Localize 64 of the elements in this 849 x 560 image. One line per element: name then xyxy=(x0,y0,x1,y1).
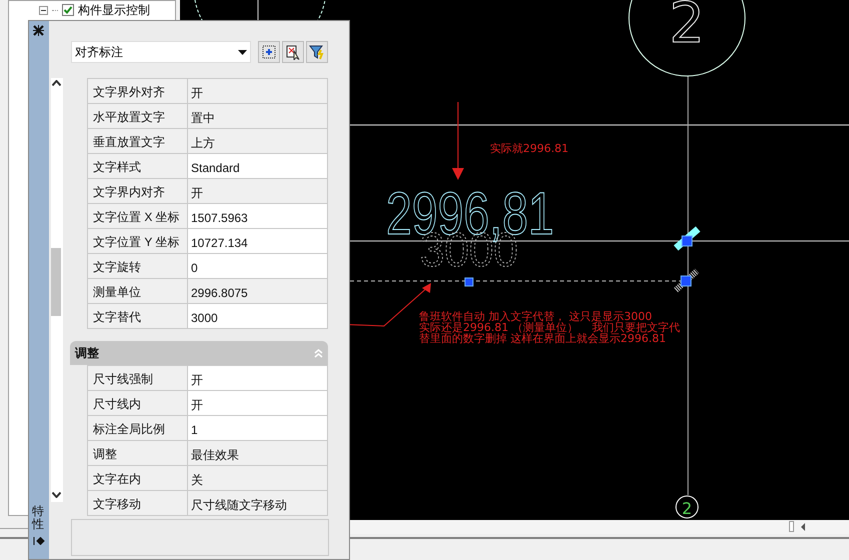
property-label: 文字界内对齐 xyxy=(88,179,188,203)
property-value[interactable]: 最佳效果 xyxy=(188,441,328,465)
property-label: 尺寸线强制 xyxy=(88,366,188,390)
pick-button[interactable] xyxy=(282,41,304,63)
funnel-icon xyxy=(309,44,325,60)
property-value[interactable]: 尺寸线随文字移动 xyxy=(188,491,328,515)
select-objects-icon xyxy=(262,45,276,59)
property-label: 文字替代 xyxy=(88,304,188,328)
property-label: 文字旋转 xyxy=(88,254,188,278)
property-label: 文字移动 xyxy=(88,491,188,515)
property-label: 测量单位 xyxy=(88,279,188,303)
axis-bubble xyxy=(676,496,698,518)
grip-handle[interactable] xyxy=(674,268,700,292)
grip-point[interactable] xyxy=(680,276,692,286)
property-label: 文字在内 xyxy=(88,466,188,490)
section-header[interactable]: 调整 xyxy=(70,341,328,365)
property-value[interactable]: 开 xyxy=(188,366,328,390)
axis-label: 2 xyxy=(682,499,692,518)
axis-label: 2 xyxy=(669,0,705,56)
property-value[interactable]: 1507.5963 xyxy=(188,204,328,228)
collapse-icon xyxy=(314,348,323,358)
vertical-scrollbar[interactable] xyxy=(51,78,63,502)
scroll-up-icon[interactable] xyxy=(52,80,61,86)
object-type-dropdown[interactable]: 对齐标注 xyxy=(71,41,251,63)
property-value[interactable]: 置中 xyxy=(188,104,328,128)
scroll-left-icon[interactable] xyxy=(800,523,806,531)
property-value[interactable]: 关 xyxy=(188,466,328,490)
scroll-down-icon[interactable] xyxy=(52,492,61,498)
property-label: 水平放置文字 xyxy=(88,104,188,128)
collapse-toggle[interactable] xyxy=(39,6,48,14)
checkbox[interactable] xyxy=(62,4,74,16)
tree-item-label[interactable]: 构件显示控制 xyxy=(78,1,150,19)
resize-icon[interactable] xyxy=(33,537,45,545)
scroll-thumb[interactable] xyxy=(51,248,61,316)
property-label: 文字样式 xyxy=(88,154,188,178)
property-label: 垂直放置文字 xyxy=(88,129,188,153)
annotation-text: 实际就2996.81 xyxy=(490,142,568,155)
grip-point[interactable] xyxy=(464,278,474,286)
property-value[interactable]: 开 xyxy=(188,79,328,103)
property-value[interactable]: Standard xyxy=(188,154,328,178)
property-label: 尺寸线内 xyxy=(88,391,188,415)
caret-icon xyxy=(238,50,247,54)
palette-tab-label[interactable]: 特性 xyxy=(32,505,46,532)
property-label: 标注全局比例 xyxy=(88,416,188,440)
property-label: 文字界外对齐 xyxy=(88,79,188,103)
property-label: 文字位置 Y 坐标 xyxy=(88,229,188,253)
property-value[interactable]: 1 xyxy=(188,416,328,440)
grip-point[interactable] xyxy=(682,236,692,246)
property-value[interactable]: 3000 xyxy=(188,304,328,328)
property-value[interactable]: 开 xyxy=(188,179,328,203)
scroll-thumb[interactable] xyxy=(789,521,794,532)
cursor-icon xyxy=(286,44,300,60)
property-label: 调整 xyxy=(88,441,188,465)
filter-button[interactable] xyxy=(306,41,328,63)
property-value[interactable]: 开 xyxy=(188,391,328,415)
property-value[interactable]: 上方 xyxy=(188,129,328,153)
close-icon[interactable] xyxy=(32,24,45,37)
property-value[interactable]: 10727.134 xyxy=(188,229,328,253)
property-value[interactable]: 0 xyxy=(188,254,328,278)
property-label: 文字位置 X 坐标 xyxy=(88,204,188,228)
annotation-note: 鲁班软件自动 加入文字代替， 这只是显示3000 实际还是2996.81 （测量单位） 我们只要把文字代 替里面的数字删掉 这样在界面上就会显示2996.81 xyxy=(419,310,680,345)
horizontal-scrollbar[interactable] xyxy=(350,520,849,534)
property-value[interactable]: 2996.8075 xyxy=(188,279,328,303)
quick-select-button[interactable] xyxy=(258,41,280,63)
